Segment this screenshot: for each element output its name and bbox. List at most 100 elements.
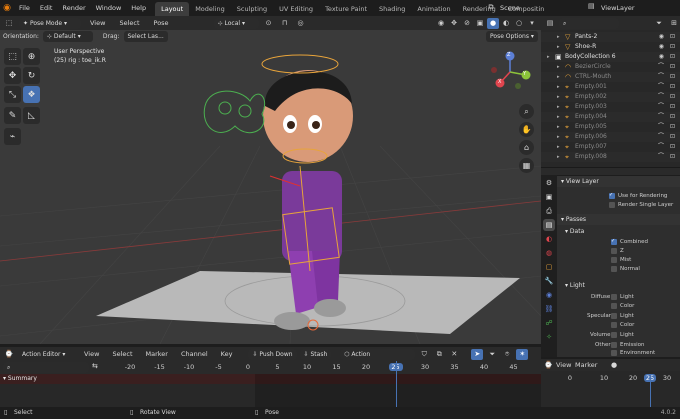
- visibility-eye-icon[interactable]: ◉: [659, 42, 664, 52]
- rendered-shading-icon[interactable]: ○: [513, 18, 525, 29]
- snap-icon[interactable]: ⊓: [279, 18, 291, 29]
- data-tab-icon[interactable]: ☍: [543, 317, 555, 329]
- passes-panel-header[interactable]: ▾ Passes: [557, 214, 680, 225]
- expand-arrow-icon[interactable]: ▸: [557, 92, 565, 102]
- pass-z-checkbox[interactable]: [611, 247, 617, 254]
- expand-arrow-icon[interactable]: ▸: [557, 142, 565, 152]
- orientation-select[interactable]: ⊹ Default ▾: [42, 30, 93, 42]
- outliner-editor-icon[interactable]: ▤: [544, 18, 556, 29]
- filter-icon[interactable]: ⏷: [653, 18, 665, 29]
- visibility-eye-icon[interactable]: ⌒: [658, 142, 664, 152]
- visibility-eye-icon[interactable]: ⌒: [658, 122, 664, 132]
- proportional-ae-icon[interactable]: ✶: [516, 348, 529, 360]
- render-camera-icon[interactable]: ⊡: [670, 82, 675, 92]
- outliner-item[interactable]: ▸ ◠ CTRL-Mouth ⌒ ⊡: [541, 72, 680, 82]
- render-camera-icon[interactable]: ⊡: [670, 112, 675, 122]
- constraint-tab-icon[interactable]: ⛓: [543, 303, 555, 315]
- mode-select[interactable]: ✦ Pose Mode ▾: [19, 17, 81, 29]
- visibility-eye-icon[interactable]: ⌒: [658, 132, 664, 142]
- material-shading-icon[interactable]: ◐: [500, 18, 512, 29]
- ae-menu-channel[interactable]: Channel: [176, 346, 213, 362]
- render-camera-icon[interactable]: ⊡: [670, 32, 675, 42]
- pass-normal-checkbox[interactable]: [611, 265, 617, 272]
- stash-button[interactable]: ⇩ Stash: [299, 348, 332, 360]
- render-camera-icon[interactable]: ⊡: [670, 52, 675, 62]
- outliner-item[interactable]: ▸ ⌖ Empty.004 ⌒ ⊡: [541, 112, 680, 122]
- outliner-item[interactable]: ▸ ⌖ Empty.008 ⌒ ⊡: [541, 152, 680, 162]
- diffuse-light-row[interactable]: Light: [611, 293, 634, 302]
- tab-modeling[interactable]: Modeling: [189, 2, 231, 16]
- menu-file[interactable]: File: [14, 0, 35, 16]
- measure-tool-icon[interactable]: ◺: [23, 107, 40, 124]
- pass-normal-row[interactable]: Normal: [611, 265, 640, 274]
- emission-checkbox[interactable]: [611, 341, 617, 348]
- use-for-rendering-row[interactable]: Use for Rendering: [609, 191, 667, 201]
- diffuse-color-checkbox[interactable]: [611, 302, 617, 309]
- timeline-ruler[interactable]: 010202530: [541, 371, 680, 407]
- modifier-tab-icon[interactable]: 🔧: [543, 275, 555, 287]
- render-camera-icon[interactable]: ⊡: [670, 142, 675, 152]
- ae-menu-key[interactable]: Key: [216, 346, 238, 362]
- outliner-item[interactable]: ▸ ⌖ Empty.003 ⌒ ⊡: [541, 102, 680, 112]
- visibility-icon[interactable]: ◉: [435, 18, 447, 29]
- render-camera-icon[interactable]: ⊡: [670, 42, 675, 52]
- expand-arrow-icon[interactable]: ▸: [547, 52, 555, 62]
- world-tab-icon[interactable]: ◍: [543, 247, 555, 259]
- use-for-rendering-checkbox[interactable]: [609, 191, 615, 200]
- only-selected-icon[interactable]: ➤: [471, 348, 484, 360]
- scene-name[interactable]: Scene: [500, 0, 520, 16]
- outliner-item[interactable]: ▸ ◠ BezierCircle ⌒ ⊡: [541, 62, 680, 72]
- vp-menu-view[interactable]: View: [85, 15, 110, 31]
- proportional-icon[interactable]: ◎: [295, 18, 307, 29]
- tab-uv-editing[interactable]: UV Editing: [273, 2, 319, 16]
- outliner[interactable]: ▤ ⌕ ⏷ ⊞ ▸ ▽ Pants-2 ◉ ⊡ ▸ ▽ Shoe-R ◉ ⊡ ▸ ▣ BodyColle…: [541, 16, 680, 167]
- diffuse-light-checkbox[interactable]: [611, 293, 617, 300]
- scale-tool-icon[interactable]: ⤡: [4, 86, 21, 103]
- swap-icon[interactable]: ⇆: [92, 362, 98, 370]
- physics-tab-icon[interactable]: ◉: [543, 289, 555, 301]
- pass-mist-row[interactable]: Mist: [611, 256, 631, 265]
- channel-search-input[interactable]: ⌕: [3, 362, 89, 373]
- specular-color-row[interactable]: Color: [611, 321, 634, 330]
- action-editor[interactable]: ⌚ Action Editor ▾ View Select Marker Cha…: [0, 347, 541, 407]
- tab-layout[interactable]: Layout: [155, 2, 190, 16]
- vp-menu-pose[interactable]: Pose: [149, 15, 174, 31]
- ortho-toggle-icon[interactable]: ▦: [519, 158, 534, 173]
- expand-arrow-icon[interactable]: ▸: [557, 42, 565, 52]
- tab-shading[interactable]: Shading: [373, 2, 411, 16]
- other-environment-row[interactable]: Environment: [611, 349, 655, 358]
- render-tab-icon[interactable]: ▣: [543, 191, 555, 203]
- xray-icon[interactable]: ▣: [474, 18, 486, 29]
- render-camera-icon[interactable]: ⊡: [670, 122, 675, 132]
- menu-help[interactable]: Help: [126, 0, 151, 16]
- visibility-eye-icon[interactable]: ⌒: [658, 82, 664, 92]
- solid-shading-icon[interactable]: ●: [487, 17, 499, 29]
- pan-hand-icon[interactable]: ✋: [519, 122, 534, 137]
- render-camera-icon[interactable]: ⊡: [670, 62, 675, 72]
- scene-tab-icon[interactable]: ◐: [543, 233, 555, 245]
- pass-mist-checkbox[interactable]: [611, 256, 617, 263]
- expand-arrow-icon[interactable]: ▸: [557, 132, 565, 142]
- push-down-button[interactable]: ⇩ Push Down: [248, 348, 297, 360]
- menu-window[interactable]: Window: [91, 0, 127, 16]
- visibility-eye-icon[interactable]: ◉: [659, 32, 664, 42]
- visibility-eye-icon[interactable]: ⌒: [658, 102, 664, 112]
- outliner-item[interactable]: ▸ ⌖ Empty.006 ⌒ ⊡: [541, 132, 680, 142]
- pivot-icon[interactable]: ⊙: [263, 18, 275, 29]
- render-camera-icon[interactable]: ⊡: [670, 152, 675, 162]
- outliner-item[interactable]: ▸ ▣ BodyCollection 6 ◉ ⊡: [541, 52, 680, 62]
- pose-options-button[interactable]: Pose Options ▾: [486, 31, 538, 42]
- camera-view-icon[interactable]: ⌂: [519, 140, 534, 155]
- volume-light-checkbox[interactable]: [611, 331, 617, 338]
- ae-menu-view[interactable]: View: [79, 346, 104, 362]
- render-camera-icon[interactable]: ⊡: [670, 102, 675, 112]
- navigation-gizmo[interactable]: Z Y X: [488, 50, 532, 94]
- shading-options-icon[interactable]: ▾: [526, 18, 538, 29]
- view-layer-tab-icon[interactable]: ▤: [543, 219, 555, 231]
- overlay-icon[interactable]: ⊘: [461, 18, 473, 29]
- expand-arrow-icon[interactable]: ▸: [557, 102, 565, 112]
- data-subpanel-header[interactable]: ▾ Data: [557, 226, 680, 237]
- keyframe-area[interactable]: [255, 374, 541, 407]
- frame-ruler[interactable]: -20-15-10-5051015202530354045: [104, 361, 541, 374]
- outliner-search-input[interactable]: ⌕: [559, 17, 619, 29]
